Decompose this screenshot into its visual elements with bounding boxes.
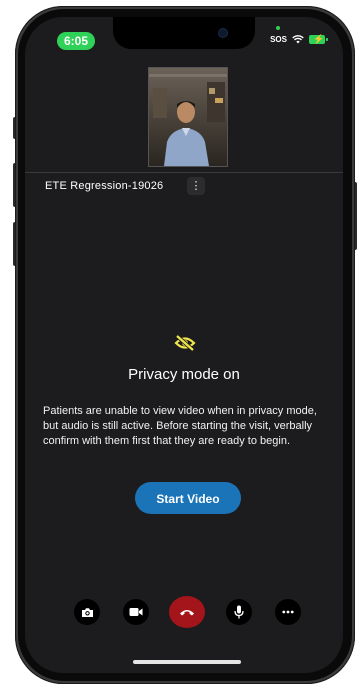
phone-hangup-icon [180,610,194,616]
privacy-description: Patients are unable to view video when i… [43,405,317,447]
home-indicator[interactable] [133,660,241,664]
app-screen: 6:05 SOS ⚡ ETE Regression-19026 ⋮ Privac… [25,17,343,673]
video-camera-icon [129,608,143,616]
microphone-button[interactable] [226,599,252,625]
privacy-heading: Privacy mode on [128,366,240,383]
phone-mockup: 6:05 SOS ⚡ ETE Regression-19026 ⋮ Privac… [0,0,360,688]
switch-camera-button[interactable] [74,599,100,625]
camera-in-use-indicator [276,26,280,30]
status-time: 6:05 [57,32,95,50]
ellipsis-icon [282,610,294,614]
camera-icon [81,607,93,617]
more-button[interactable] [275,599,301,625]
status-icons: SOS ⚡ [270,34,328,44]
notch [113,17,255,49]
video-button[interactable] [123,599,149,625]
end-call-button[interactable] [169,596,205,628]
wifi-icon [292,35,304,44]
more-options-button[interactable]: ⋮ [187,177,205,195]
battery-charging-icon: ⚡ [309,34,328,44]
front-camera [219,29,227,37]
microphone-icon [234,605,244,619]
self-video-preview[interactable] [148,67,228,167]
eye-slash-icon [174,334,196,352]
sos-label: SOS [270,35,287,44]
start-video-button[interactable]: Start Video [135,482,241,514]
participant-video-frame [149,68,227,166]
header-divider [25,172,343,173]
meeting-title: ETE Regression-19026 [45,180,164,192]
kebab-icon: ⋮ [190,179,202,192]
